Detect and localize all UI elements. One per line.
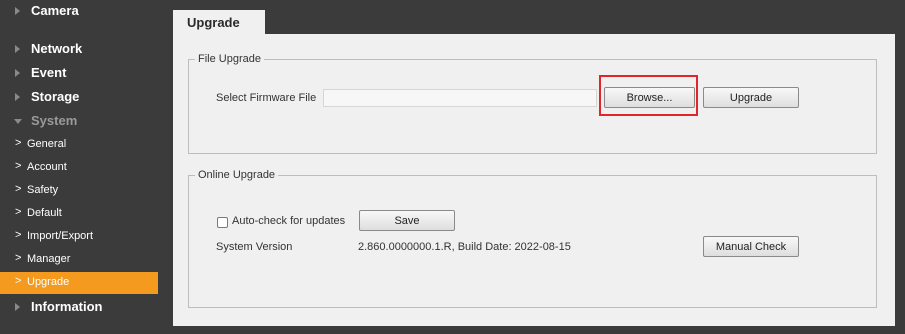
sidebar-subitem-label: Safety: [27, 184, 59, 196]
sidebar-subitem-label: Account: [27, 161, 67, 173]
content-area: File Upgrade Select Firmware File Browse…: [173, 34, 895, 326]
sidebar-item-label: Event: [31, 65, 67, 80]
chevron-right-icon: >: [15, 206, 22, 218]
firmware-file-label: Select Firmware File: [216, 92, 317, 104]
sidebar-item-system[interactable]: System: [0, 110, 158, 132]
sidebar-item-label: Network: [31, 41, 83, 56]
online-upgrade-legend: Online Upgrade: [198, 169, 276, 181]
tab-upgrade[interactable]: Upgrade: [173, 10, 265, 34]
firmware-file-field[interactable]: [323, 89, 597, 107]
manual-check-button[interactable]: Manual Check: [703, 236, 799, 257]
sidebar-subitem-manager[interactable]: > Manager: [0, 249, 158, 271]
sidebar-subitem-safety[interactable]: > Safety: [0, 180, 158, 202]
expand-arrow-icon: [15, 303, 20, 311]
auto-check-label: Auto-check for updates: [232, 215, 346, 227]
sidebar-item-event[interactable]: Event: [0, 62, 158, 84]
sidebar-item-label: Storage: [31, 89, 80, 104]
chevron-right-icon: >: [15, 275, 22, 287]
expand-arrow-icon: [15, 69, 20, 77]
file-upgrade-legend: File Upgrade: [198, 53, 261, 65]
chevron-right-icon: >: [15, 229, 22, 241]
sidebar-item-label: System: [31, 113, 78, 128]
chevron-right-icon: >: [15, 252, 22, 264]
chevron-right-icon: >: [15, 183, 22, 195]
upgrade-button[interactable]: Upgrade: [703, 87, 799, 108]
main-panel: Upgrade File Upgrade Select Firmware Fil…: [158, 0, 905, 334]
system-version-value: 2.860.0000000.1.R, Build Date: 2022-08-1…: [358, 241, 571, 253]
sidebar-subitem-upgrade[interactable]: > Upgrade: [0, 272, 158, 294]
chevron-right-icon: >: [15, 137, 22, 149]
sidebar: Camera Network Event Storage System > Ge…: [0, 0, 158, 334]
sidebar-subitem-import-export[interactable]: > Import/Export: [0, 226, 158, 248]
sidebar-subitem-label: Upgrade: [27, 276, 70, 288]
sidebar-subitem-label: General: [27, 138, 67, 150]
sidebar-item-label: Information: [31, 299, 103, 314]
expand-arrow-icon: [15, 7, 20, 15]
sidebar-item-network[interactable]: Network: [0, 38, 158, 60]
sidebar-subitem-label: Default: [27, 207, 62, 219]
tab-bar: Upgrade: [158, 0, 905, 34]
system-version-label: System Version: [216, 241, 293, 253]
collapse-arrow-icon: [14, 119, 22, 124]
sidebar-item-information[interactable]: Information: [0, 296, 158, 318]
sidebar-subitem-default[interactable]: > Default: [0, 203, 158, 225]
sidebar-subitem-label: Import/Export: [27, 230, 94, 242]
sidebar-subitem-account[interactable]: > Account: [0, 157, 158, 179]
sidebar-subitem-general[interactable]: > General: [0, 134, 158, 156]
auto-check-checkbox[interactable]: [217, 217, 228, 228]
sidebar-item-storage[interactable]: Storage: [0, 86, 158, 108]
sidebar-item-label: Camera: [31, 3, 79, 18]
browse-button[interactable]: Browse...: [604, 87, 695, 108]
chevron-right-icon: >: [15, 160, 22, 172]
sidebar-subitem-label: Manager: [27, 253, 71, 265]
save-button[interactable]: Save: [359, 210, 455, 231]
expand-arrow-icon: [15, 93, 20, 101]
sidebar-item-camera[interactable]: Camera: [0, 0, 158, 22]
expand-arrow-icon: [15, 45, 20, 53]
